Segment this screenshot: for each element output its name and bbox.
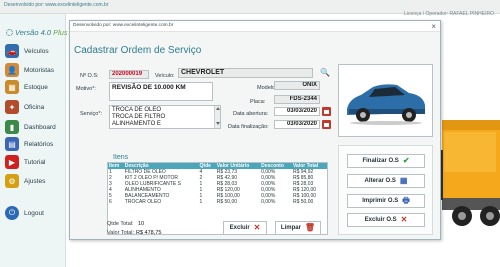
close-date-label: Data finalização: <box>228 124 269 130</box>
sidebar-item-ajustes[interactable]: ⚙ Ajustes <box>5 172 63 190</box>
youtube-icon: ▶ <box>5 155 19 169</box>
calendar-edit-icon: ▦ <box>399 176 408 185</box>
print-os-button[interactable]: Imprimir O.S 🖶 <box>347 194 425 208</box>
services-scrollbar[interactable] <box>214 106 220 128</box>
close-x-icon: ✕ <box>400 215 408 224</box>
service-item[interactable]: ALINHAMENTO E <box>112 121 212 128</box>
developer-credit: Desenvolvido por: www.excelinteligente.c… <box>4 2 109 8</box>
vehicle-search-icon[interactable]: 🔍 <box>320 68 330 77</box>
items-section-label: Itens <box>113 154 129 161</box>
license-info: Licença / Operador: RAFAEL PINHEIRO <box>404 11 494 17</box>
chart-icon: ▮ <box>5 120 19 134</box>
printer-icon: 🖶 <box>402 196 410 205</box>
value-total-label: Valor Total: <box>107 230 135 236</box>
version-gear-icon <box>6 29 13 36</box>
wrench-icon: ✦ <box>5 100 19 114</box>
services-list[interactable]: TROCA DE ÓLEO TROCA DE FILTRO ALINHAMENT… <box>109 105 221 129</box>
logout-icon: ⏻ <box>5 206 19 220</box>
driver-icon: 👤 <box>5 63 19 77</box>
trash-icon: 🗑 <box>304 223 316 232</box>
car-image <box>347 84 425 125</box>
delete-item-button[interactable]: Excluir ✕ <box>223 221 267 235</box>
delete-os-button[interactable]: Excluir O.S ✕ <box>347 213 425 227</box>
car-icon: 🚗 <box>5 44 19 58</box>
sidebar-item-dashboard[interactable]: ▮ Dashboard <box>5 118 63 136</box>
service-item[interactable]: TROCA DE ÓLEO <box>112 107 212 114</box>
model-field: ONIX <box>274 81 320 90</box>
calendar-icon[interactable] <box>322 107 331 116</box>
check-circle-icon: ✔ <box>402 156 410 165</box>
close-x-icon: ✕ <box>253 223 261 232</box>
sidebar-item-relatorios[interactable]: ▤ Relatórios <box>5 135 63 153</box>
close-date-field[interactable]: 03/03/2020 <box>274 120 320 129</box>
close-icon[interactable]: × <box>431 21 436 32</box>
dialog-title: Cadastrar Ordem de Serviço <box>74 45 202 56</box>
open-date-label: Data abertura: <box>233 111 269 117</box>
gear-icon: ⚙ <box>5 174 19 188</box>
service-item[interactable]: TROCA DE FILTRO <box>112 114 212 121</box>
clear-button[interactable]: Limpar 🗑 <box>275 221 321 235</box>
quantity-total-value: 10 <box>138 221 145 227</box>
table-row[interactable]: 6 TROCAR ÓLEO 1 R$ 50,00 0,00% R$ 50,00 <box>108 199 327 205</box>
calendar-icon[interactable] <box>322 120 331 129</box>
scroll-down-icon[interactable] <box>215 122 220 125</box>
dialog-developer-credit: Desenvolvido por: www.excelinteligente.c… <box>73 23 174 28</box>
os-number-field[interactable]: 202000019 <box>109 70 149 79</box>
reason-field[interactable]: REVISÃO DE 10.000 KM <box>109 82 213 101</box>
sidebar-item-estoque[interactable]: ▦ Estoque <box>5 78 63 96</box>
sidebar-item-veiculos[interactable]: 🚗 Veículos <box>5 42 63 60</box>
app-top-bar: Desenvolvido por: www.excelinteligente.c… <box>0 0 500 17</box>
truck-background-image <box>440 120 500 226</box>
vehicle-image-panel <box>338 64 433 137</box>
version-label: Versão 4.0 Plus <box>6 28 68 37</box>
sidebar-item-motoristas[interactable]: 👤 Motoristas <box>5 61 63 79</box>
dialog-titlebar: Desenvolvido por: www.excelinteligente.c… <box>70 21 440 32</box>
sidebar-item-oficina[interactable]: ✦ Oficina <box>5 98 63 116</box>
edit-os-button[interactable]: Alterar O.S ▦ <box>347 174 425 188</box>
vehicle-field[interactable]: CHEVROLET <box>178 68 313 78</box>
vehicle-label: Veículo: <box>155 73 175 79</box>
plate-field: FDS-2344 <box>274 95 320 104</box>
open-date-field[interactable]: 03/03/2020 <box>274 107 320 116</box>
quantity-total-label: Qtde Total: <box>107 221 134 227</box>
finalize-os-button[interactable]: Finalizar O.S ✔ <box>347 154 425 168</box>
box-icon: ▦ <box>5 80 19 94</box>
scroll-up-icon[interactable] <box>215 107 220 110</box>
sidebar-item-logout[interactable]: ⏻ Logout <box>5 204 63 222</box>
report-icon: ▤ <box>5 137 19 151</box>
plate-label: Placa: <box>250 99 266 105</box>
sidebar-item-tutorial[interactable]: ▶ Tutorial <box>5 153 63 171</box>
value-total-value: R$ 478,75 <box>136 230 162 236</box>
services-label: Serviço*: <box>80 111 103 117</box>
reason-label: Motivo*: <box>76 86 96 92</box>
os-number-label: Nº O.S: <box>80 73 99 79</box>
sidebar: Versão 4.0 Plus 🚗 Veículos 👤 Motoristas … <box>0 14 68 267</box>
order-dialog: Desenvolvido por: www.excelinteligente.c… <box>69 20 441 240</box>
